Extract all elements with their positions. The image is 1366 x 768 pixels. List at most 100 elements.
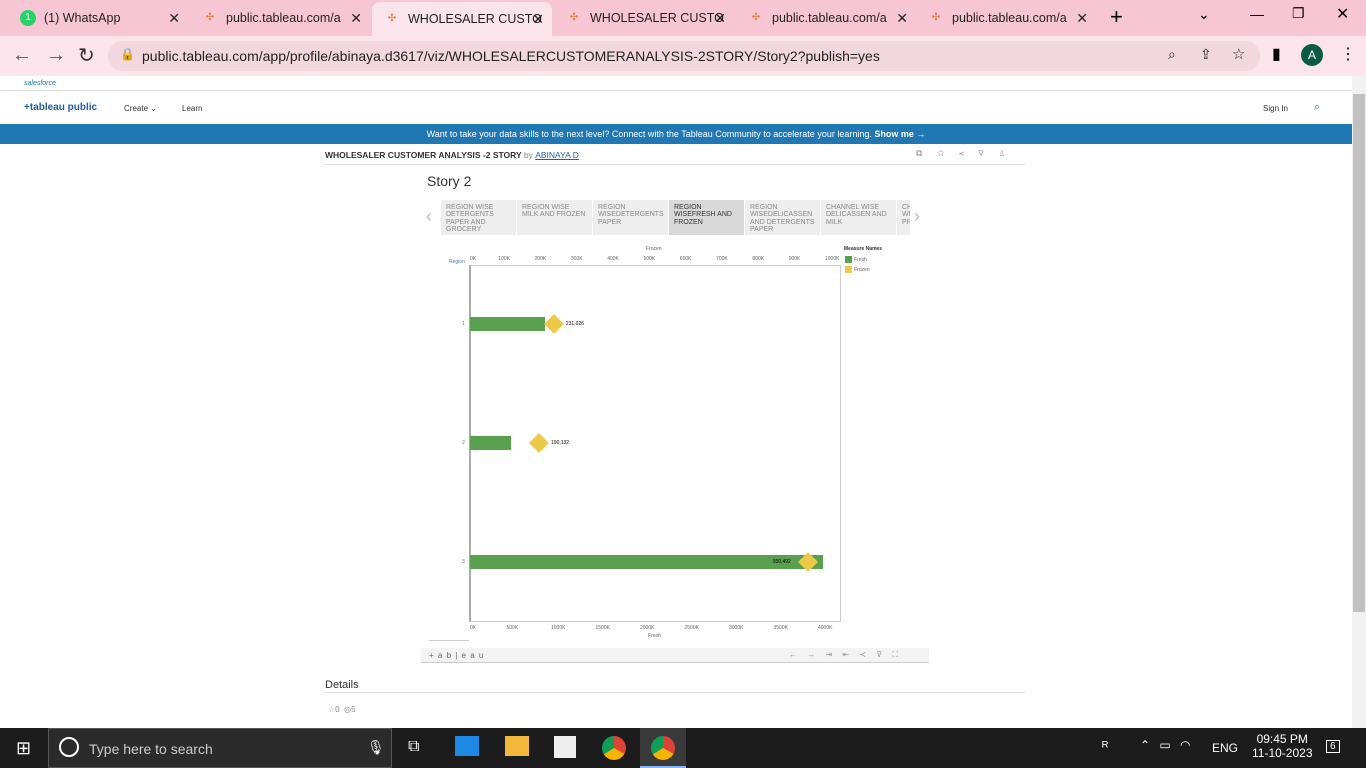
tableau-icon: ✣ [751, 12, 761, 23]
web-page: salesforce +tableau public Create ⌄ Lear… [0, 76, 1352, 728]
close-icon[interactable]: ✕ [168, 10, 180, 27]
close-icon[interactable]: ✕ [896, 10, 908, 27]
undo-icon[interactable]: ← [789, 650, 797, 659]
bookmark-star-icon[interactable]: ☆ [1232, 45, 1245, 63]
revert-icon[interactable]: ⇥ [825, 650, 832, 659]
redo-icon[interactable]: → [807, 650, 815, 659]
taskbar: ⊞ Type here to search 🎙 ⧉ ᴿ ⌃ ▭ ◠ ENG 09… [0, 728, 1366, 768]
legend-fresh[interactable]: Fresh [854, 257, 867, 263]
clock[interactable]: 09:45 PM 11-10-2023 [1252, 732, 1313, 760]
tab-label: (1) WhatsApp [44, 11, 121, 25]
fresh-bar [470, 436, 512, 450]
tableau-footer-logo[interactable]: + a b | e a u [429, 651, 484, 660]
date: 11-10-2023 [1252, 746, 1313, 760]
notification-icon[interactable]: 6 [1326, 740, 1340, 753]
tab-tableau-5[interactable]: ✣ public.tableau.com/a ✕ [916, 4, 1096, 32]
top-axis-tick: 1000K [825, 256, 840, 262]
tab-label: public.tableau.com/a [952, 11, 1067, 25]
fullscreen-icon[interactable]: ⛶ [892, 650, 898, 659]
language-indicator[interactable]: ENG [1212, 741, 1238, 755]
bottom-axis-tick: 1500K [595, 625, 610, 631]
close-icon[interactable]: ✕ [350, 10, 362, 27]
new-tab-button[interactable]: + [1110, 4, 1123, 30]
tab-whatsapp[interactable]: 1 (1) WhatsApp ✕ [8, 4, 188, 32]
stats: ☆0 ◎5 [328, 705, 356, 714]
legend-swatch-fresh [845, 256, 852, 263]
tab-label: public.tableau.com/a [226, 11, 341, 25]
top-axis-tick: 300K [570, 256, 583, 262]
time: 09:45 PM [1256, 732, 1308, 746]
search-placeholder: Type here to search [89, 741, 213, 757]
tab-tableau-1[interactable]: ✣ public.tableau.com/a ✕ [190, 4, 370, 32]
mail-icon[interactable] [455, 736, 479, 756]
tableau-icon: ✣ [931, 12, 941, 23]
back-icon[interactable]: ← [12, 44, 32, 67]
zoom-icon[interactable]: ⌕ [1168, 46, 1176, 63]
row-label: 1 [462, 321, 465, 327]
url-input[interactable]: 🔒 public.tableau.com/app/profile/abinaya.… [108, 41, 1260, 71]
top-axis-tick: 200K [534, 256, 547, 262]
chrome-profile-active[interactable] [640, 728, 686, 768]
row-label: 3 [462, 559, 465, 565]
fresh-bar [470, 317, 546, 331]
chrome-icon[interactable] [602, 736, 626, 760]
close-icon[interactable]: ✕ [1076, 10, 1088, 27]
tab-tableau-3[interactable]: ✣ WHOLESALER CUSTO ✕ [554, 4, 734, 32]
scrollbar-thumb[interactable] [1353, 94, 1365, 612]
taskbar-search[interactable]: Type here to search 🎙 [48, 728, 392, 768]
store-icon[interactable] [554, 736, 576, 758]
tab-label: WHOLESALER CUSTO [590, 11, 724, 25]
fresh-bar [470, 555, 823, 569]
bottom-axis-tick: 3000K [729, 625, 744, 631]
tab-search-icon[interactable]: ⌄ [1198, 6, 1210, 23]
restore-button[interactable]: ❐ [1292, 5, 1305, 22]
legend-title: Measure Names [844, 246, 883, 252]
close-window-button[interactable]: ✕ [1336, 4, 1349, 24]
share-icon[interactable]: ≺ [859, 650, 866, 659]
viz-toolbar: + a b | e a u ← → ⇥ ⇤ ≺ ⊽ ⛶ [421, 648, 929, 663]
menu-icon[interactable]: ⋮ [1340, 44, 1356, 64]
bottom-axis-tick: 2500K [684, 625, 699, 631]
top-axis-tick: 900K [788, 256, 801, 262]
windows-start-icon[interactable]: ⊞ [16, 738, 31, 759]
chart: Frozen Region Fresh Measure Names Fresh … [0, 76, 1352, 728]
frozen-data-label: 190,132 [551, 440, 570, 446]
top-axis-tick: 100K [498, 256, 510, 262]
browser-tab-bar: 1 (1) WhatsApp ✕ ✣ public.tableau.com/a ✕ ✣ W… [0, 0, 1366, 36]
task-view-icon[interactable]: ⧉ [408, 738, 419, 756]
top-axis-tick: 800K [752, 256, 765, 262]
file-explorer-icon[interactable] [505, 736, 529, 756]
bottom-axis-tick: 2000K [640, 625, 655, 631]
toolbar-icons: ← → ⇥ ⇤ ≺ ⊽ ⛶ [789, 650, 898, 660]
sidepanel-icon[interactable]: ▮ [1272, 44, 1281, 64]
bottom-axis-tick: 500K [506, 625, 519, 631]
tab-tableau-4[interactable]: ✣ public.tableau.com/a ✕ [736, 4, 916, 32]
mic-icon[interactable]: 🎙 [367, 739, 385, 756]
download-icon[interactable]: ⊽ [876, 650, 882, 659]
bottom-axis-tick: 1000K [551, 625, 566, 631]
url-text: public.tableau.com/app/profile/abinaya.d… [142, 48, 880, 64]
tray-icons[interactable]: ⌃ ▭ ◠ [1140, 738, 1191, 752]
tab-label: WHOLESALER CUSTO [408, 12, 542, 26]
tableau-icon: ✣ [569, 12, 579, 23]
close-icon[interactable]: ✕ [714, 10, 726, 27]
legend-swatch-frozen [845, 266, 852, 273]
top-axis-tick: 600K [679, 256, 692, 262]
top-axis-title: Frozen [646, 246, 662, 252]
frozen-data-label: 930,492 [772, 559, 791, 565]
people-icon[interactable]: ᴿ [1102, 738, 1108, 754]
share-icon[interactable]: ⇪ [1200, 46, 1212, 63]
minimize-button[interactable]: — [1250, 6, 1264, 22]
top-axis-tick: 500K [643, 256, 656, 262]
profile-avatar[interactable]: A [1301, 44, 1323, 66]
tab-active[interactable]: ✣ WHOLESALER CUSTO ✕ [372, 2, 552, 36]
forward-icon[interactable]: → [46, 44, 66, 67]
favorite-count: 0 [335, 705, 340, 714]
legend-frozen: Frozen [854, 267, 870, 273]
lock-icon: 🔒 [120, 47, 135, 61]
reload-icon[interactable]: ↻ [78, 43, 95, 68]
close-icon[interactable]: ✕ [532, 11, 544, 28]
details-heading: Details [325, 679, 359, 691]
reset-icon[interactable]: ⇤ [842, 650, 849, 659]
top-axis-tick: 400K [607, 256, 619, 262]
